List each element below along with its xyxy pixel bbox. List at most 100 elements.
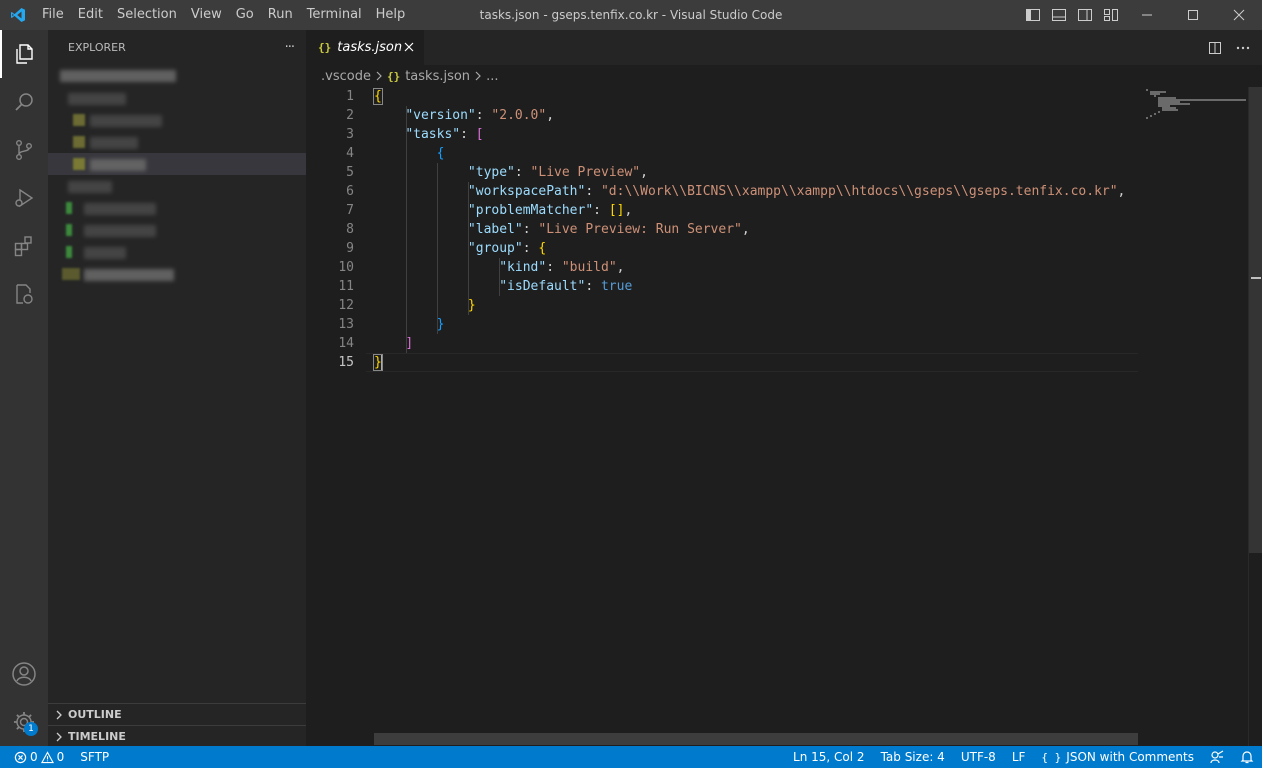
remote-explorer-icon[interactable]: [0, 270, 48, 318]
outline-section[interactable]: OUTLINE: [48, 703, 306, 725]
file-icon: [73, 136, 85, 148]
tab-label: tasks.json: [337, 40, 403, 55]
sidebar-title: EXPLORER: [68, 41, 126, 54]
close-tab-icon[interactable]: [402, 40, 416, 54]
json-file-icon: {}: [318, 41, 332, 54]
sftp-status[interactable]: SFTP: [72, 746, 117, 768]
menu-edit[interactable]: Edit: [71, 0, 110, 30]
tree-item[interactable]: [84, 225, 156, 237]
breadcrumb-folder[interactable]: .vscode: [321, 69, 371, 84]
warning-count: 0: [56, 750, 65, 764]
tree-item[interactable]: [90, 159, 146, 171]
run-debug-icon[interactable]: [0, 174, 48, 222]
customize-layout-icon[interactable]: [1098, 0, 1124, 30]
title-actions: [1020, 0, 1262, 30]
tree-item[interactable]: [84, 203, 156, 215]
file-icon: [62, 268, 80, 280]
line-number: 3: [346, 127, 354, 142]
menu-file[interactable]: File: [35, 0, 71, 30]
line-number: 6: [346, 184, 354, 199]
breadcrumb: .vscode {} tasks.json ...: [306, 65, 1262, 87]
tree-item[interactable]: [68, 93, 126, 105]
toggle-secondary-sidebar-icon[interactable]: [1072, 0, 1098, 30]
file-icon: [73, 158, 85, 170]
braces-icon: { }: [1041, 750, 1062, 764]
tree-item[interactable]: [84, 247, 126, 259]
code-content[interactable]: { "version": "2.0.0", "tasks": [ { "type…: [373, 87, 1154, 372]
explorer-icon[interactable]: [0, 30, 48, 78]
chevron-right-icon: [375, 71, 383, 81]
search-icon[interactable]: [0, 78, 48, 126]
tree-item[interactable]: [60, 70, 176, 82]
tab-tasks-json[interactable]: {} tasks.json: [306, 30, 424, 65]
code-line: ]: [405, 336, 414, 351]
language-mode[interactable]: { } JSON with Comments: [1033, 746, 1202, 768]
menu-bar: File Edit Selection View Go Run Terminal…: [35, 0, 412, 30]
more-actions-icon[interactable]: ···: [285, 40, 295, 55]
line-number: 5: [346, 165, 354, 180]
code-line: "tasks": [: [405, 127, 484, 142]
code-line: "label": "Live Preview: Run Server",: [467, 222, 750, 237]
split-editor-icon[interactable]: [1204, 37, 1226, 59]
minimize-icon[interactable]: [1124, 0, 1170, 30]
code-line: "version": "2.0.0",: [405, 108, 555, 123]
line-number: 8: [346, 222, 354, 237]
menu-view[interactable]: View: [184, 0, 229, 30]
line-number-active: 15: [338, 355, 354, 370]
tree-selected-row[interactable]: [48, 153, 306, 175]
menu-help[interactable]: Help: [369, 0, 413, 30]
timeline-section[interactable]: TIMELINE: [48, 725, 306, 747]
manage-badge: 1: [24, 722, 38, 736]
menu-terminal[interactable]: Terminal: [300, 0, 369, 30]
tab-size[interactable]: Tab Size: 4: [873, 746, 953, 768]
menu-go[interactable]: Go: [229, 0, 261, 30]
menu-run[interactable]: Run: [261, 0, 300, 30]
toggle-primary-sidebar-icon[interactable]: [1020, 0, 1046, 30]
problems-indicator[interactable]: 0 0: [10, 746, 72, 768]
breadcrumb-file[interactable]: tasks.json: [405, 69, 470, 84]
vscode-logo-icon: [0, 0, 35, 30]
line-number: 1: [346, 89, 354, 104]
code-line: {: [436, 146, 445, 161]
account-icon[interactable]: [0, 650, 48, 698]
line-number: 4: [346, 146, 354, 161]
maximize-icon[interactable]: [1170, 0, 1216, 30]
error-count: 0: [30, 750, 38, 764]
minimap[interactable]: [1138, 87, 1248, 746]
line-number: 11: [338, 279, 354, 294]
close-window-icon[interactable]: [1216, 0, 1262, 30]
breadcrumb-more[interactable]: ...: [486, 69, 498, 84]
line-number: 12: [338, 298, 354, 313]
encoding[interactable]: UTF-8: [953, 746, 1004, 768]
warning-icon: [40, 750, 54, 763]
language-label: JSON with Comments: [1066, 750, 1194, 764]
file-icon: [73, 114, 85, 126]
feedback-icon[interactable]: [1202, 746, 1232, 768]
activity-bar: 1: [0, 30, 48, 746]
file-icon: [66, 246, 72, 258]
source-control-icon[interactable]: [0, 126, 48, 174]
scrollbar-thumb[interactable]: [1249, 87, 1262, 553]
toggle-panel-icon[interactable]: [1046, 0, 1072, 30]
tree-item[interactable]: [90, 137, 138, 149]
cursor-position[interactable]: Ln 15, Col 2: [785, 746, 873, 768]
horizontal-scrollbar[interactable]: [374, 733, 1138, 745]
line-number: 14: [338, 336, 354, 351]
manage-gear-icon[interactable]: 1: [0, 698, 48, 746]
extensions-icon[interactable]: [0, 222, 48, 270]
tree-item[interactable]: [68, 181, 112, 193]
chevron-right-icon: [56, 732, 62, 741]
notifications-bell-icon[interactable]: [1232, 746, 1262, 768]
line-number: 2: [346, 108, 354, 123]
title-bar: File Edit Selection View Go Run Terminal…: [0, 0, 1262, 30]
tree-item[interactable]: [90, 115, 162, 127]
code-editor[interactable]: 1 2 3 4 5 6 7 8 9 10 11 12 13 14 15 { "v…: [306, 87, 1262, 746]
code-line: "isDefault": true: [499, 279, 633, 294]
code-line: "workspacePath": "d:\\Work\\BICNS\\xampp…: [467, 184, 1126, 199]
end-of-line[interactable]: LF: [1004, 746, 1034, 768]
vertical-scrollbar[interactable]: [1248, 87, 1262, 746]
more-actions-icon[interactable]: [1232, 37, 1254, 59]
menu-selection[interactable]: Selection: [110, 0, 184, 30]
code-line: "kind": "build",: [499, 260, 625, 275]
tree-item[interactable]: [84, 269, 174, 281]
